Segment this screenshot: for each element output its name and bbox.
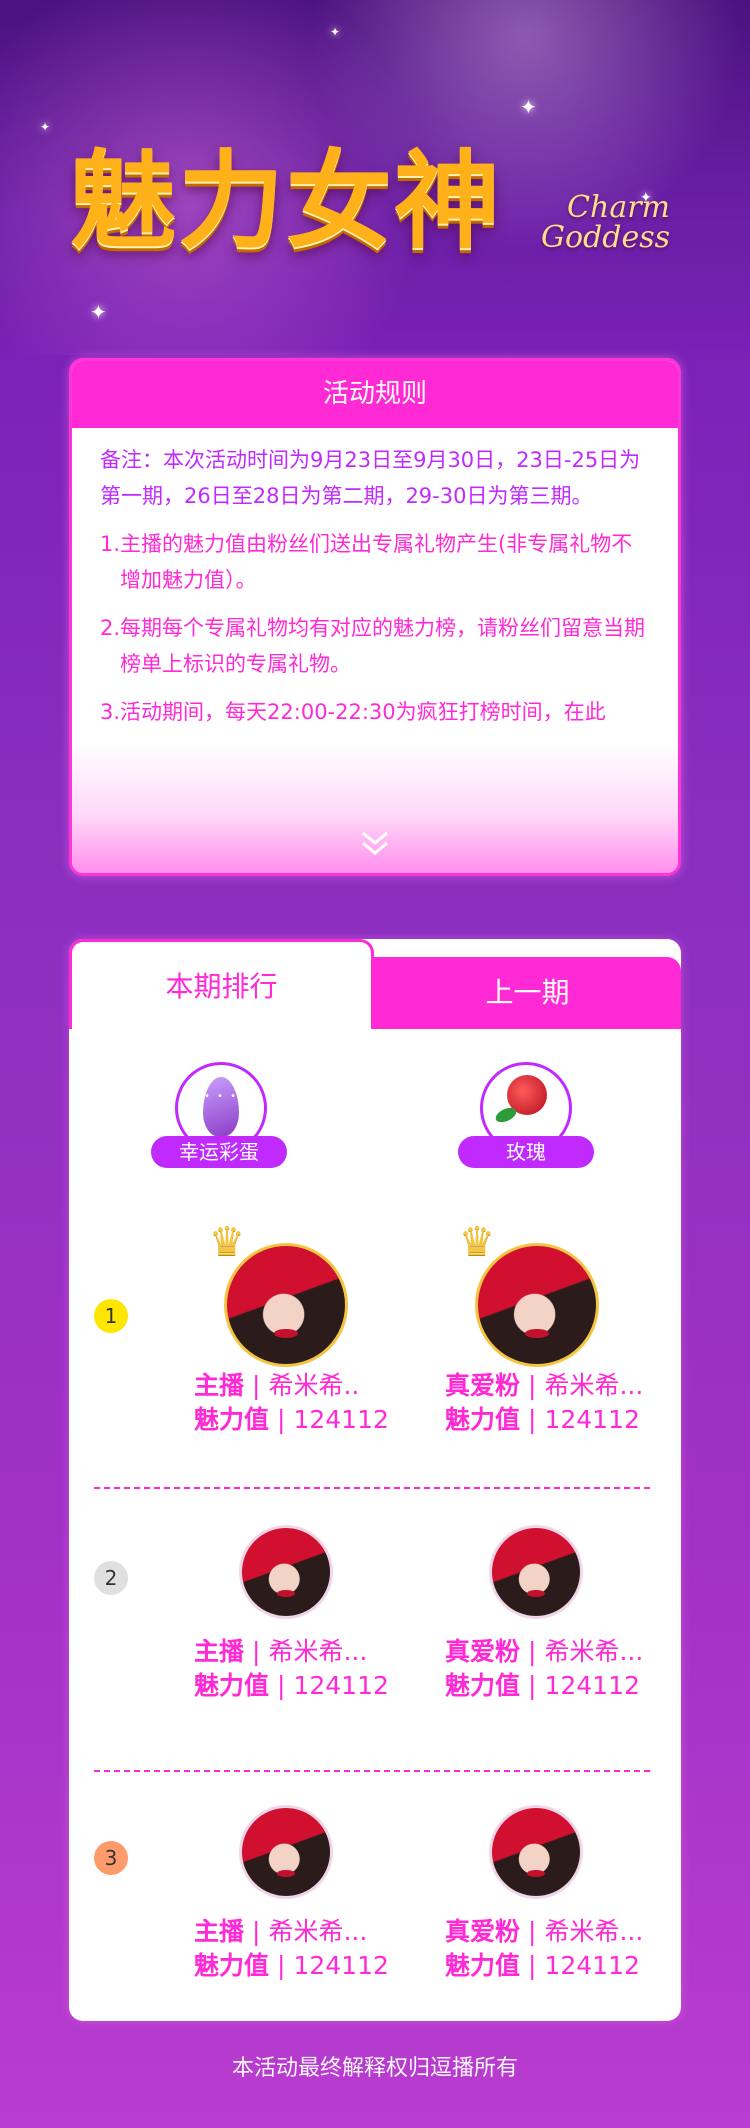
avatar	[489, 1525, 583, 1619]
score-label: 魅力值	[194, 1671, 270, 1700]
gift-label: 幸运彩蛋	[151, 1136, 287, 1168]
rule-item: 3.活动期间，每天22:00-22:30为疯狂打榜时间，在此	[100, 700, 606, 724]
leaf-icon	[493, 1104, 519, 1126]
fan-entry[interactable]: 真爱粉 | 希米希... 魅力值 | 124112	[399, 1525, 659, 1725]
host-info: 主播 | 希米希... 魅力值 | 124112	[194, 1917, 389, 1980]
crown-icon: ♛	[459, 1219, 495, 1265]
fan-info: 真爱粉 | 希米希... 魅力值 | 124112	[445, 1917, 644, 1980]
avatar	[224, 1243, 348, 1367]
avatar	[239, 1525, 333, 1619]
tab-previous[interactable]: 上一期	[374, 957, 681, 1029]
user-name: 希米希...	[544, 1917, 644, 1946]
title-en-line1: Charm	[567, 190, 670, 225]
ranking-card: 上一期 本期排行 • • • 幸运彩蛋 玫瑰 1 ♛ 主播 | 希米希.. 魅力值 |…	[69, 939, 681, 2021]
score-value: 124112	[544, 1951, 640, 1980]
rank-badge: 2	[94, 1561, 128, 1595]
host-info: 主播 | 希米希.. 魅力值 | 124112	[194, 1371, 389, 1434]
user-name: 希米希...	[544, 1371, 644, 1400]
rank-badge: 1	[94, 1299, 128, 1333]
egg-icon: • • •	[203, 1077, 239, 1137]
sparkle-icon: ✦	[90, 300, 107, 324]
rules-title: 活动规则	[72, 361, 678, 428]
title-cn: 魅力女神	[70, 138, 502, 263]
avatar	[489, 1805, 583, 1899]
rules-note: 备注：本次活动时间为9月23日至9月30日，23日-25日为第一期，26日至28…	[100, 448, 641, 508]
score-label: 魅力值	[194, 1405, 270, 1434]
avatar	[475, 1243, 599, 1367]
row-divider	[94, 1770, 650, 1772]
rule-item: 1.主播的魅力值由粉丝们送出专属礼物产生(非专属礼物不增加魅力值）。	[100, 532, 633, 592]
rules-card: 活动规则 备注：本次活动时间为9月23日至9月30日，23日-25日为第一期，2…	[69, 358, 681, 876]
rank-badge: 3	[94, 1841, 128, 1875]
fan-info: 真爱粉 | 希米希... 魅力值 | 124112	[445, 1637, 644, 1700]
fan-entry[interactable]: 真爱粉 | 希米希... 魅力值 | 124112	[399, 1805, 659, 2005]
tab-current[interactable]: 本期排行	[69, 939, 374, 1029]
crown-icon: ♛	[209, 1219, 245, 1265]
score-value: 124112	[544, 1405, 640, 1434]
role-label: 真爱粉	[445, 1371, 521, 1400]
fan-info: 真爱粉 | 希米希... 魅力值 | 124112	[445, 1371, 644, 1434]
score-label: 魅力值	[445, 1951, 521, 1980]
title-logo: 魅力女神 Charm Goddess	[60, 115, 690, 265]
score-label: 魅力值	[194, 1951, 270, 1980]
gift-label: 玫瑰	[458, 1136, 594, 1168]
user-name: 希米希...	[268, 1917, 368, 1946]
score-value: 124112	[293, 1671, 389, 1700]
host-entry[interactable]: 主播 | 希米希... 魅力值 | 124112	[129, 1525, 389, 1725]
role-label: 真爱粉	[445, 1917, 521, 1946]
score-value: 124112	[293, 1405, 389, 1434]
title-en: Charm Goddess	[541, 193, 670, 253]
user-name: 希米希..	[268, 1371, 360, 1400]
title-en-line2: Goddess	[541, 220, 670, 255]
header-banner: ✦ ✦ ✦ ✦ ✦ 魅力女神 Charm Goddess	[0, 0, 750, 355]
fan-entry[interactable]: ♛ 真爱粉 | 希米希... 魅力值 | 124112	[399, 1219, 659, 1434]
score-label: 魅力值	[445, 1671, 521, 1700]
host-entry[interactable]: 主播 | 希米希... 魅力值 | 124112	[129, 1805, 389, 2005]
avatar	[239, 1805, 333, 1899]
gift-rose[interactable]: 玫瑰	[458, 1062, 598, 1192]
role-label: 主播	[194, 1917, 245, 1946]
role-label: 真爱粉	[445, 1637, 521, 1666]
rule-item: 2.每期每个专属礼物均有对应的魅力榜，请粉丝们留意当期榜单上标识的专属礼物。	[100, 616, 646, 676]
sparkle-icon: ✦	[330, 25, 341, 39]
score-value: 124112	[293, 1951, 389, 1980]
row-divider	[94, 1487, 650, 1489]
gift-lucky-egg[interactable]: • • • 幸运彩蛋	[151, 1062, 291, 1192]
host-entry[interactable]: ♛ 主播 | 希米希.. 魅力值 | 124112	[129, 1219, 389, 1434]
score-value: 124112	[544, 1671, 640, 1700]
expand-chevron-icon[interactable]	[359, 829, 391, 859]
user-name: 希米希...	[544, 1637, 644, 1666]
rules-body: 备注：本次活动时间为9月23日至9月30日，23日-25日为第一期，26日至28…	[72, 428, 678, 730]
score-label: 魅力值	[445, 1405, 521, 1434]
role-label: 主播	[194, 1637, 245, 1666]
sparkle-icon: ✦	[40, 120, 51, 134]
footer-copyright: 本活动最终解释权归逗播所有	[231, 2056, 518, 2081]
user-name: 希米希...	[268, 1637, 368, 1666]
host-info: 主播 | 希米希... 魅力值 | 124112	[194, 1637, 389, 1700]
role-label: 主播	[194, 1371, 245, 1400]
